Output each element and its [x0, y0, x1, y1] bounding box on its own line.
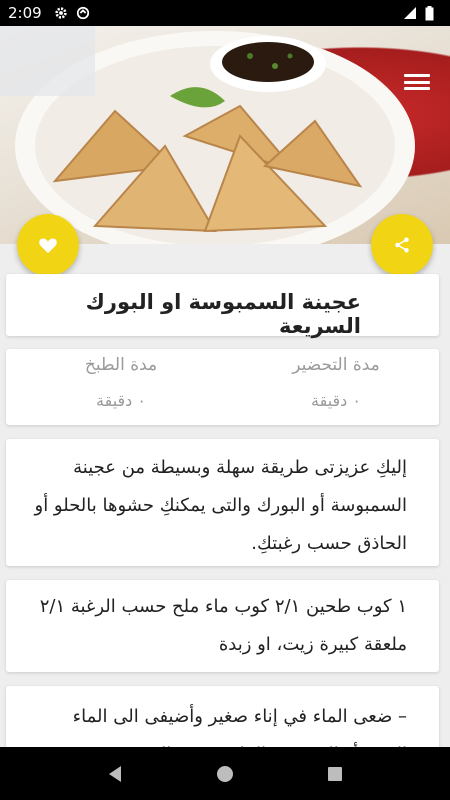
title-card: عجينة السمبوسة او البورك السريعة — [6, 274, 439, 338]
share-button[interactable] — [371, 214, 433, 276]
hero-image — [0, 26, 450, 244]
cook-time: مدة الطبخ ٠ دقيقة — [46, 355, 196, 410]
gear-icon — [54, 6, 68, 20]
back-button[interactable] — [95, 754, 135, 794]
recents-button[interactable] — [315, 754, 355, 794]
intro-card: إليكِ عزيزتى طريقة سهلة وبسيطة من عجينة … — [6, 439, 439, 566]
samosa-plate-photo — [0, 26, 415, 244]
recents-square-icon — [328, 766, 342, 781]
heart-icon — [39, 238, 57, 254]
prep-time-value: ٠ دقيقة — [311, 391, 361, 410]
cook-time-value: ٠ دقيقة — [96, 391, 146, 410]
favorite-button[interactable] — [17, 214, 79, 276]
system-nav-bar — [0, 747, 450, 800]
home-button[interactable] — [205, 754, 245, 794]
signal-icon — [403, 6, 417, 20]
share-icon — [395, 237, 409, 253]
back-triangle-icon — [109, 765, 121, 782]
cook-time-label: مدة الطبخ — [84, 355, 158, 375]
data-saver-icon — [76, 6, 90, 20]
ingredients-text: ١ كوب طحين ٢/١ كوب ماء ملح حسب الرغبة ٢/… — [39, 596, 407, 655]
status-bar: 2:09 — [0, 0, 450, 26]
times-card: مدة التحضير ٠ دقيقة مدة الطبخ ٠ دقيقة — [6, 349, 439, 425]
recipe-title: عجينة السمبوسة او البورك السريعة — [85, 290, 361, 338]
prep-time: مدة التحضير ٠ دقيقة — [261, 355, 411, 410]
ingredients-card: ١ كوب طحين ٢/١ كوب ماء ملح حسب الرغبة ٢/… — [6, 580, 439, 672]
status-time: 2:09 — [8, 4, 42, 22]
hamburger-menu-icon[interactable] — [404, 70, 430, 94]
home-circle-icon — [217, 765, 233, 782]
battery-icon — [425, 5, 434, 21]
prep-time-label: مدة التحضير — [292, 355, 380, 375]
intro-text: إليكِ عزيزتى طريقة سهلة وبسيطة من عجينة … — [34, 457, 407, 554]
